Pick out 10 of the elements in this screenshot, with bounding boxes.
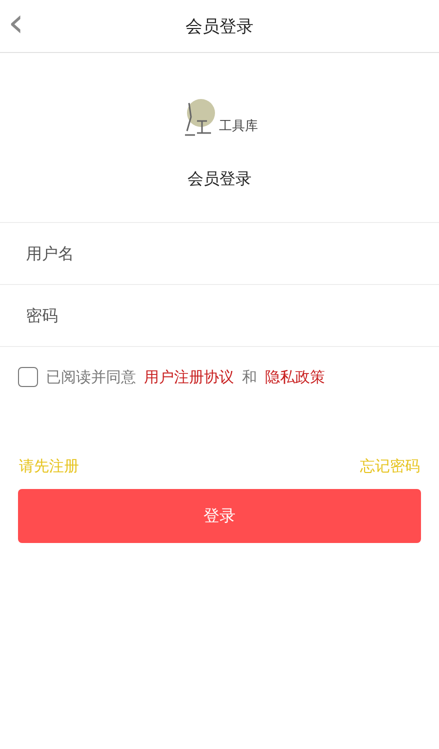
and-text: 和	[242, 368, 257, 386]
logo-text: 工具库	[219, 118, 258, 135]
login-heading: 会员登录	[186, 169, 252, 190]
page-title: 会员登录	[184, 16, 254, 38]
back-button[interactable]: ‹	[0, 3, 24, 49]
agree-checkbox[interactable]	[18, 367, 38, 387]
privacy-policy-link[interactable]: 隐私政策	[265, 368, 325, 386]
agree-text: 已阅读并同意	[46, 368, 136, 386]
user-agreement-link[interactable]: 用户注册协议	[144, 368, 234, 386]
login-button[interactable]: 登录	[18, 489, 421, 543]
